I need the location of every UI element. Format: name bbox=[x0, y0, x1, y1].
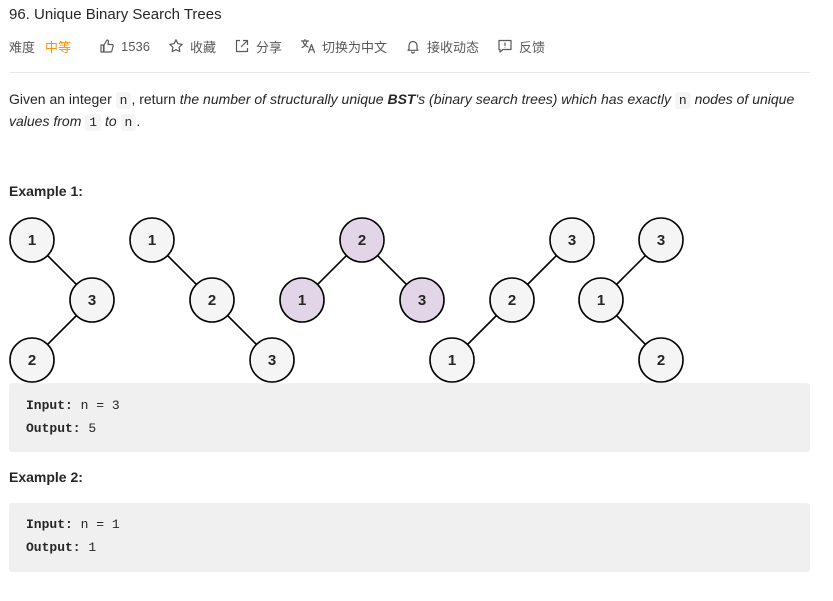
share-icon bbox=[234, 38, 250, 54]
translate-icon bbox=[300, 38, 316, 54]
tree-node-label: 1 bbox=[597, 292, 605, 309]
header-divider bbox=[9, 72, 810, 73]
tree-node-label: 3 bbox=[418, 292, 426, 309]
bst-tree-2: 1 2 3 bbox=[129, 217, 295, 383]
problem-description: Given an integer n, return the number of… bbox=[9, 89, 814, 133]
example-2-input: Input: n = 1 bbox=[26, 517, 120, 532]
tree-node-label: 2 bbox=[358, 232, 366, 249]
bst-trees-diagram: 1 3 2 1 2 3 2 1 3 3 2 1 3 1 2 bbox=[9, 217, 684, 383]
bst-tree-4: 3 2 1 bbox=[429, 217, 595, 383]
tree-node-label: 2 bbox=[208, 292, 216, 309]
input-value: n = 1 bbox=[72, 517, 120, 532]
tree-node-label: 1 bbox=[448, 352, 456, 369]
example-1-title: Example 1: bbox=[9, 183, 83, 199]
star-icon bbox=[168, 38, 184, 54]
share-button[interactable]: 分享 bbox=[234, 37, 282, 56]
output-label: Output: bbox=[26, 540, 81, 555]
example-2-output: Output: 1 bbox=[26, 540, 96, 555]
example-2-code-block: Input: n = 1 Output: 1 bbox=[9, 503, 810, 572]
notify-label: 接收动态 bbox=[427, 39, 480, 55]
desc-text: to bbox=[101, 113, 121, 129]
example-1-output: Output: 5 bbox=[26, 421, 96, 436]
problem-title: 96. Unique Binary Search Trees bbox=[9, 6, 222, 23]
code-1: 1 bbox=[85, 114, 102, 131]
desc-text: 's (binary search trees) which has exact… bbox=[415, 91, 675, 107]
bst-tree-1: 1 3 2 bbox=[9, 217, 115, 383]
difficulty-badge: 中等 bbox=[45, 39, 72, 55]
tree-node-label: 2 bbox=[28, 352, 36, 369]
tree-node-label: 1 bbox=[148, 232, 156, 249]
tree-node-label: 2 bbox=[657, 352, 665, 369]
output-value: 1 bbox=[80, 540, 97, 555]
switch-language-label: 切换为中文 bbox=[321, 39, 387, 55]
desc-bst: BST bbox=[387, 91, 416, 107]
feedback-icon bbox=[497, 38, 513, 54]
example-1-code-block: Input: n = 3 Output: 5 bbox=[9, 383, 810, 452]
desc-text: , return bbox=[131, 91, 180, 107]
favorite-button[interactable]: 收藏 bbox=[168, 37, 216, 56]
tree-node-label: 3 bbox=[568, 232, 576, 249]
thumbs-up-icon bbox=[99, 38, 115, 54]
favorite-label: 收藏 bbox=[189, 39, 216, 55]
example-2-title: Example 2: bbox=[9, 469, 83, 485]
tree-node-label: 3 bbox=[657, 232, 665, 249]
code-n: n bbox=[115, 92, 132, 109]
tree-node-label: 1 bbox=[298, 292, 306, 309]
tree-node-label: 1 bbox=[28, 232, 36, 249]
code-n: n bbox=[674, 92, 691, 109]
output-value: 5 bbox=[80, 421, 97, 436]
tree-node-label: 2 bbox=[508, 292, 516, 309]
switch-language-button[interactable]: 切换为中文 bbox=[300, 37, 387, 56]
problem-meta-bar: 难度 中等 1536 收藏 分享 切换为中文 接收动态 反馈 bbox=[9, 36, 563, 56]
desc-text: Given an integer bbox=[9, 91, 116, 107]
notify-button[interactable]: 接收动态 bbox=[405, 37, 479, 56]
example-1-input: Input: n = 3 bbox=[26, 398, 120, 413]
code-n: n bbox=[120, 114, 137, 131]
difficulty-label: 难度 bbox=[9, 39, 36, 55]
input-label: Input: bbox=[26, 398, 73, 413]
like-count: 1536 bbox=[121, 38, 150, 54]
desc-text: . bbox=[136, 113, 141, 129]
input-label: Input: bbox=[26, 517, 73, 532]
input-value: n = 3 bbox=[72, 398, 120, 413]
feedback-button[interactable]: 反馈 bbox=[497, 37, 545, 56]
share-label: 分享 bbox=[255, 39, 282, 55]
output-label: Output: bbox=[26, 421, 81, 436]
like-button[interactable]: 1536 bbox=[99, 38, 150, 54]
bell-icon bbox=[405, 38, 421, 54]
feedback-label: 反馈 bbox=[519, 39, 546, 55]
bst-tree-3: 2 1 3 bbox=[279, 217, 445, 323]
tree-node-label: 3 bbox=[268, 352, 276, 369]
desc-text: the number of structurally unique bbox=[179, 91, 388, 107]
tree-node-label: 3 bbox=[88, 292, 96, 309]
